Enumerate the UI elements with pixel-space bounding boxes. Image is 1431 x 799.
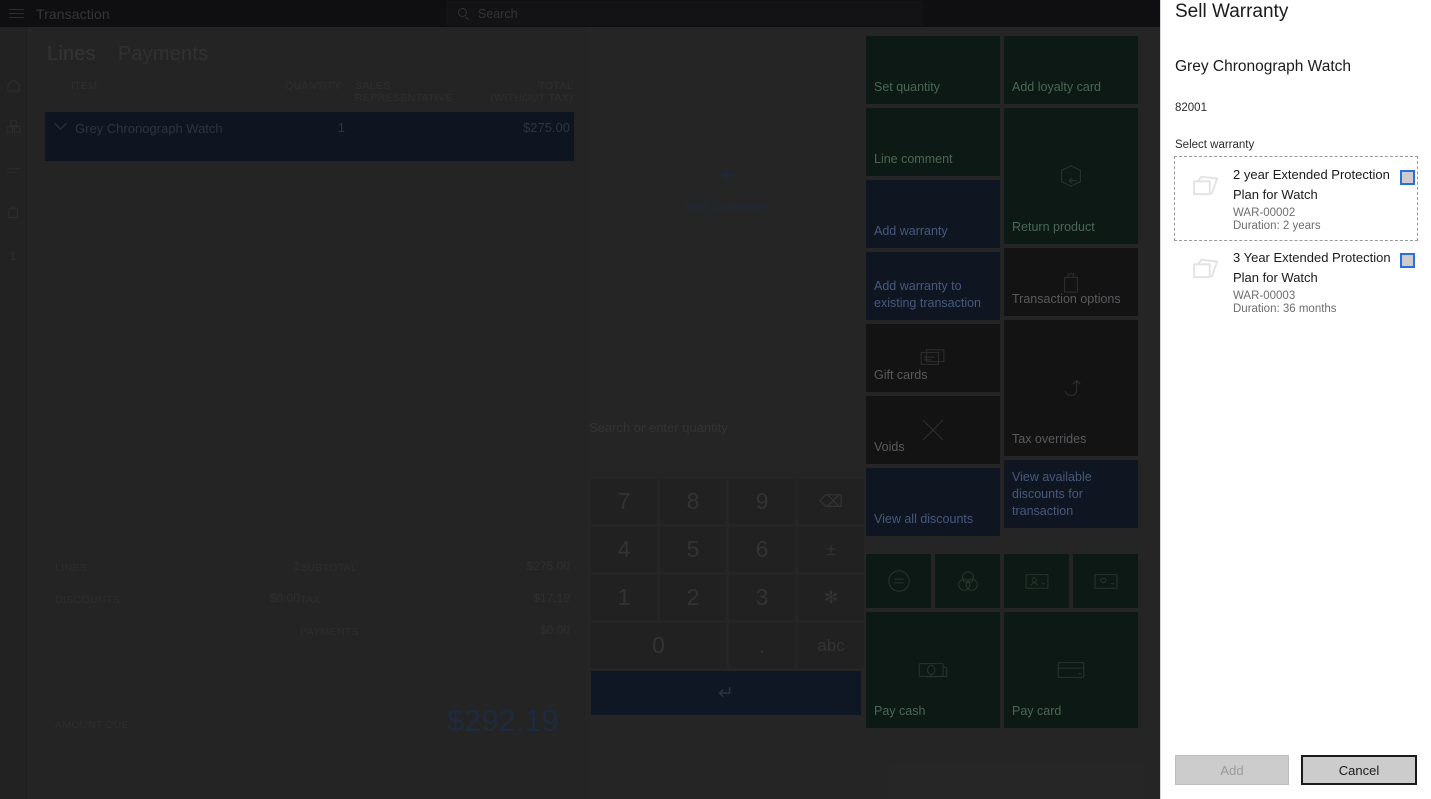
select-warranty-label: Select warranty — [1175, 139, 1255, 151]
warranty-duration: Duration: 36 months — [1233, 303, 1337, 315]
dialog-title: Sell Warranty — [1175, 1, 1289, 22]
tile-label: Return product — [1012, 220, 1095, 234]
tile-label: Pay cash — [874, 704, 926, 718]
warranty-duration: Duration: 2 years — [1233, 220, 1321, 232]
warranty-text: 3 Year Extended Protection Plan for Watc… — [1233, 248, 1400, 315]
tile-label: Tax overrides — [1012, 432, 1087, 446]
add-button[interactable]: Add — [1175, 755, 1289, 785]
images-placeholder-icon — [1181, 165, 1233, 232]
tile-label: View available discounts for transaction — [1012, 470, 1092, 518]
tile-label: View all discounts — [874, 512, 974, 526]
sell-warranty-dialog: Sell Warranty Grey Chronograph Watch 820… — [1160, 0, 1431, 799]
warranty-text: 2 year Extended Protection Plan for Watc… — [1233, 165, 1400, 232]
dialog-product-name: Grey Chronograph Watch — [1175, 58, 1352, 75]
warranty-code: WAR-00002 — [1233, 207, 1296, 219]
tile-label: Pay card — [1012, 704, 1062, 718]
tile-label: Add warranty — [874, 224, 948, 238]
tile-label: Line comment — [874, 152, 953, 166]
tile-label: Set quantity — [874, 80, 941, 94]
checkbox-icon[interactable] — [1400, 253, 1415, 268]
checkbox-icon[interactable] — [1400, 170, 1415, 185]
dialog-footer: Add Cancel — [1161, 755, 1431, 799]
warranty-name: 2 year Extended Protection Plan for Watc… — [1233, 167, 1390, 202]
cancel-button[interactable]: Cancel — [1301, 755, 1417, 785]
warranty-name: 3 Year Extended Protection Plan for Watc… — [1233, 250, 1391, 285]
dialog-product-id: 82001 — [1175, 102, 1207, 114]
tile-label: Gift cards — [874, 368, 928, 382]
tile-view-available-discounts[interactable]: View available discounts for transaction — [1004, 460, 1138, 528]
tile-label: Voids — [874, 440, 905, 454]
warranty-list: 2 year Extended Protection Plan for Watc… — [1174, 156, 1418, 323]
tile-label: Transaction options — [1012, 292, 1121, 306]
tile-label: Add warranty to existing transaction — [874, 279, 982, 310]
warranty-code: WAR-00003 — [1233, 290, 1296, 302]
list-item[interactable]: 3 Year Extended Protection Plan for Watc… — [1175, 240, 1417, 323]
dialog-body: Grey Chronograph Watch 82001 Select warr… — [1161, 24, 1431, 755]
list-item[interactable]: 2 year Extended Protection Plan for Watc… — [1174, 156, 1418, 241]
tile-label: Add loyalty card — [1012, 80, 1101, 94]
pos-application: Transaction Search — [0, 0, 1431, 799]
images-placeholder-icon — [1181, 248, 1233, 315]
